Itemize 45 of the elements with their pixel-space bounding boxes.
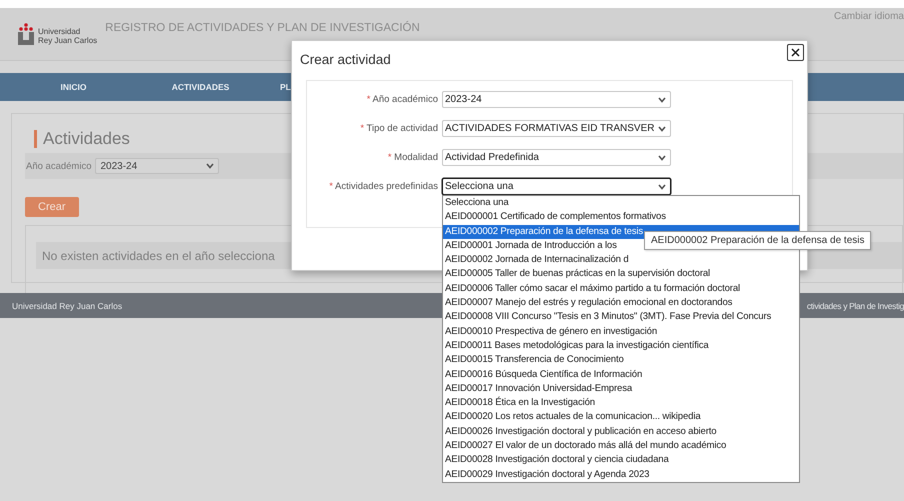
logo-text: Rey Juan Carlos [38, 36, 98, 45]
dropdown-option[interactable]: AEID00026 Investigación doctoral y publicación en acceso abierto [443, 424, 799, 440]
dropdown-option[interactable]: AEID000001 Certificado de complementos formativos [443, 210, 799, 225]
dialog-title: Crear actividad [300, 52, 391, 67]
dropdown-option[interactable]: AEID00020 Los retos actuales de la comunicacion... wikipedia [443, 410, 799, 425]
year-select[interactable]: 2023-24 [95, 158, 220, 174]
dropdown-option[interactable]: AEID00011 Bases metodológicas para la investigación científica [443, 338, 799, 354]
dropdown-option[interactable]: AEID00028 Investigación doctoral y ciencia ciudadana [443, 453, 799, 468]
chevron-down-icon [658, 126, 666, 132]
dropdown-option[interactable]: AEID00018 Ética en la Investigación [443, 396, 799, 410]
close-button[interactable] [787, 44, 804, 61]
dropdown-option[interactable]: AEID00010 Prespectiva de género en investigación [443, 324, 799, 339]
dropdown-option[interactable]: AEID00027 El valor de un doctorado más allá del mundo académico [443, 439, 799, 454]
footer-text: Universidad Rey Juan Carlos [12, 300, 122, 310]
select-field[interactable]: Actividad Predefinida [442, 149, 672, 166]
filter-label: Año académico [26, 160, 92, 172]
select-field[interactable]: ACTIVIDADES FORMATIVAS EID TRANSVER [442, 120, 672, 137]
app-title: REGISTRO DE ACTIVIDADES Y PLAN DE INVESTIGACIÓN [105, 22, 420, 34]
nav-item[interactable]: ACTIVIDADES [137, 73, 264, 101]
dropdown-option[interactable]: AEID00002 Jornada de Internacinalización d [443, 253, 799, 268]
dropdown-option[interactable]: AEID00005 Taller de buenas prácticas en la supervisión doctoral [443, 267, 799, 282]
chevron-down-icon [658, 96, 666, 102]
nav-item[interactable]: PL [264, 73, 291, 101]
chevron-down-icon [206, 163, 214, 169]
dropdown-option[interactable]: AEID00029 Investigación doctoral y Agenda 2023 [443, 468, 799, 482]
chevron-down-icon [658, 154, 666, 160]
select-field[interactable]: 2023-24 [442, 91, 672, 108]
dropdown-option[interactable]: AEID00017 Innovación Universidad-Empresa [443, 382, 799, 396]
dropdown-option[interactable]: AEID00006 Taller cómo sacar el máximo partido a tu formación doctoral [443, 282, 799, 296]
tooltip: AEID000002 Preparación de la defensa de tesis [644, 231, 872, 250]
dropdown-option[interactable]: AEID00008 VIII Concurso "Tesis en 3 Minutos" (3MT). Fase Previa del Concurs [443, 310, 799, 325]
logo-text: Universidad [38, 27, 82, 36]
dropdown-option[interactable]: AEID00015 Transferencia de Conocimiento [443, 353, 799, 368]
university-logo-icon [17, 23, 35, 45]
select-field[interactable]: Selecciona una [442, 178, 672, 195]
dropdown-option[interactable]: AEID00016 Búsqueda Científica de Información [443, 368, 799, 382]
field-label: * Año académico [366, 94, 438, 105]
dropdown-option[interactable]: AEID00007 Manejo del estrés y regulación emocional en doctorandos [443, 296, 799, 310]
close-icon [791, 48, 800, 57]
chevron-down-icon [658, 184, 666, 190]
footer-text: ctividades y Plan de Investig [806, 300, 904, 310]
nav-item[interactable]: INICIO [10, 73, 137, 101]
field-label: * Modalidad [386, 152, 438, 163]
field-label: * Actividades predefinidas [328, 181, 438, 192]
dropdown-option[interactable]: Selecciona una [443, 196, 799, 210]
